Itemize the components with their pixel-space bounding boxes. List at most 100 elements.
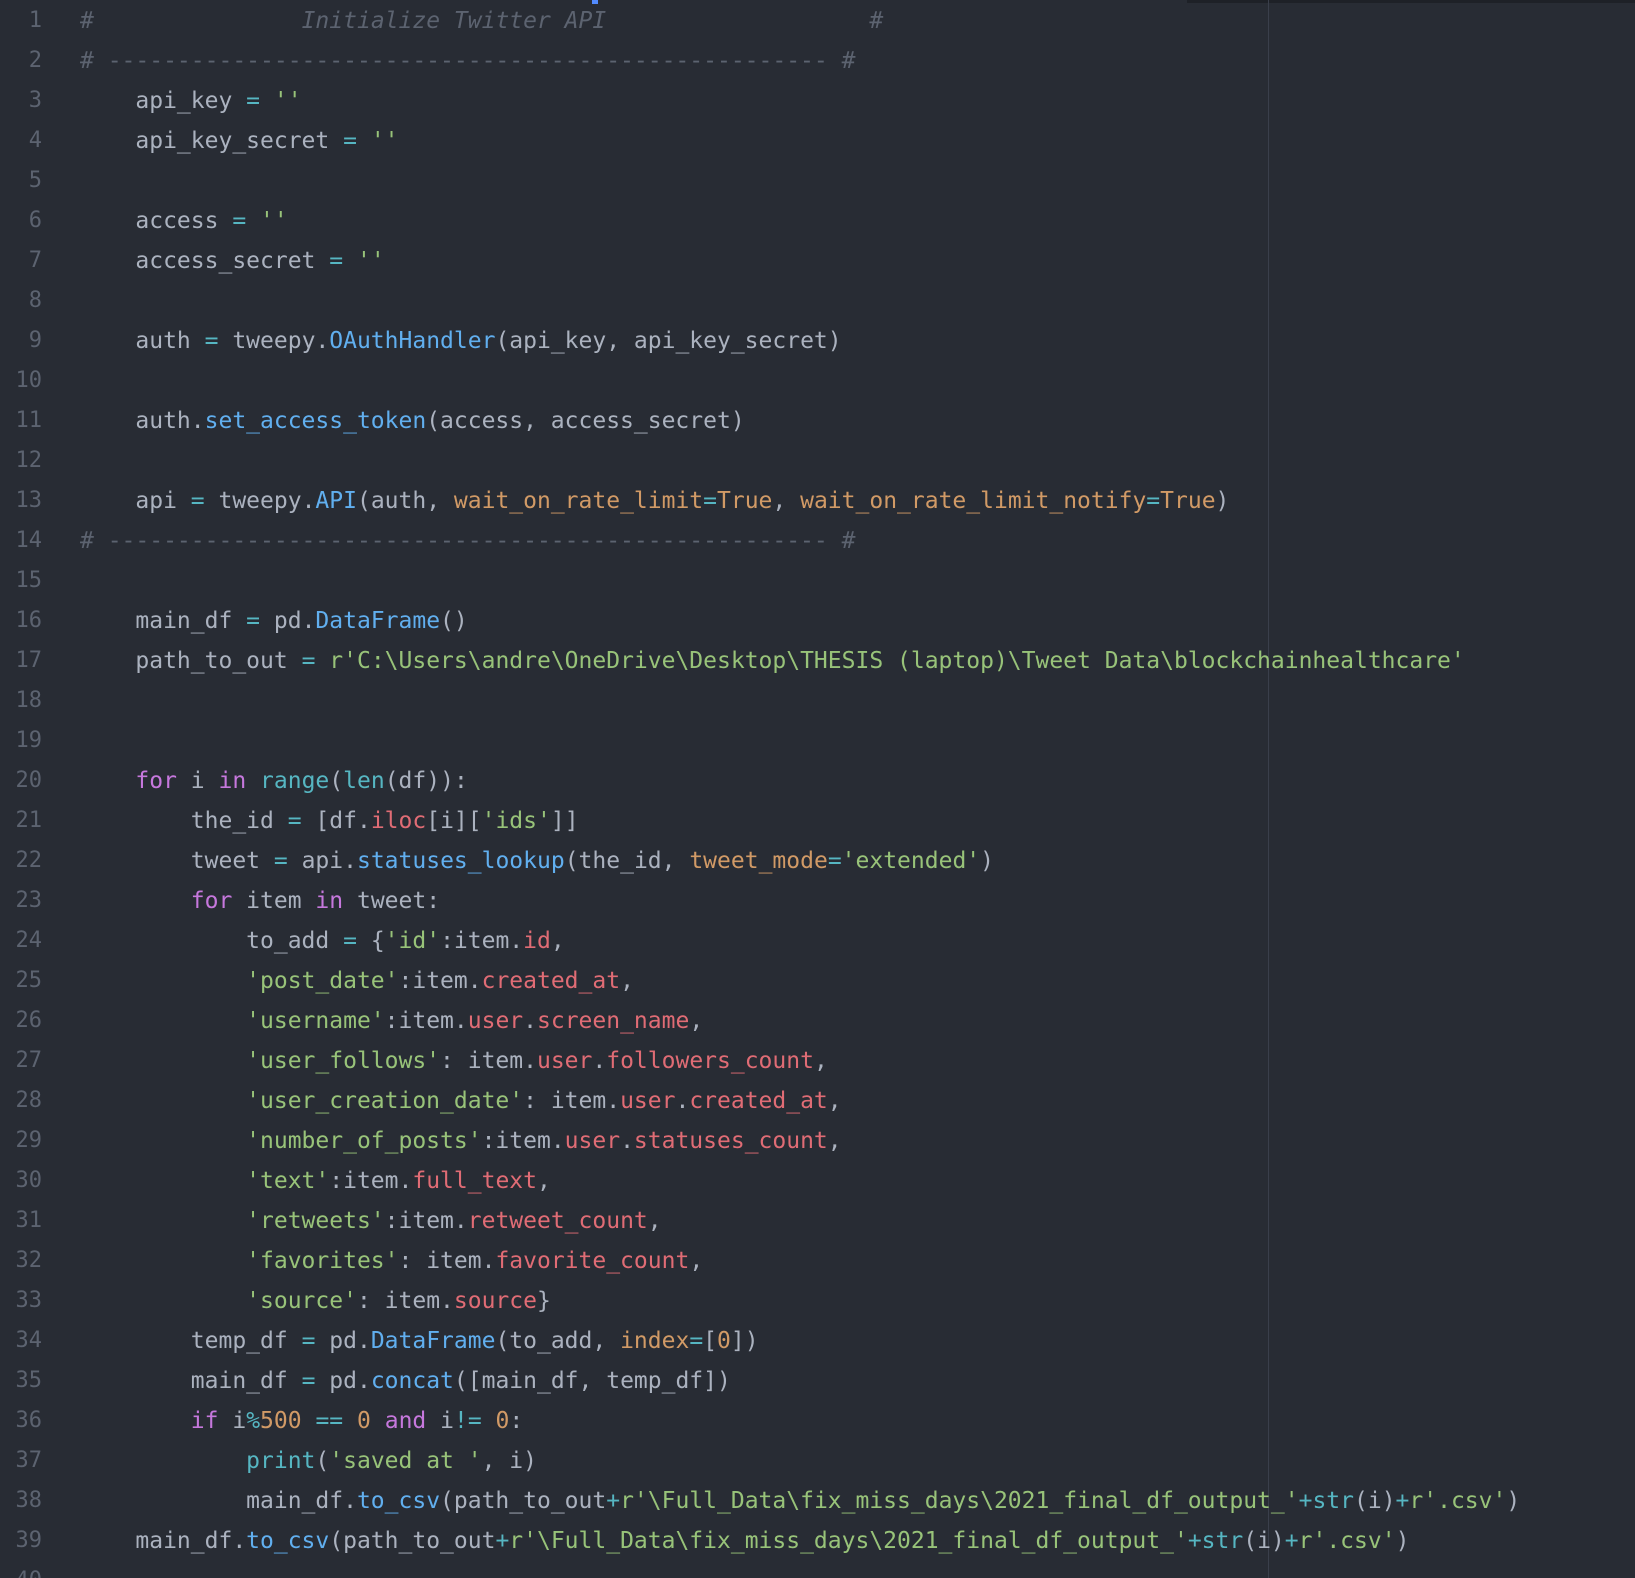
code-token: : item.	[523, 1088, 621, 1114]
code-text[interactable]: 'source': item.source}	[80, 1281, 551, 1321]
code-text[interactable]: if i%500 == 0 and i!= 0:	[80, 1401, 523, 1441]
code-text[interactable]: # --------------------------------------…	[80, 521, 855, 561]
code-text[interactable]: access_secret = ''	[80, 241, 384, 281]
code-token: )	[1395, 1528, 1410, 1554]
code-token: # --------------------------------------…	[80, 48, 856, 74]
line-number: 32	[15, 1248, 43, 1273]
code-token: followers_count	[606, 1048, 814, 1074]
line-number: 20	[15, 768, 43, 793]
code-token: +	[1395, 1488, 1410, 1514]
code-token: user	[620, 1088, 676, 1114]
code-token: tweet	[80, 848, 274, 874]
code-token: 'saved at '	[329, 1448, 482, 1474]
code-text[interactable]: 'user_follows': item.user.followers_coun…	[80, 1041, 828, 1081]
code-text[interactable]: temp_df = pd.DataFrame(to_add, index=[0]…	[80, 1321, 759, 1361]
code-text[interactable]: 'number_of_posts':item.user.statuses_cou…	[80, 1121, 842, 1161]
code-token: r'.csv'	[1409, 1488, 1507, 1514]
code-text[interactable]: to_add = {'id':item.id,	[80, 921, 565, 961]
line-number: 25	[15, 968, 43, 993]
code-token: DataFrame	[370, 1328, 496, 1354]
code-token: user	[564, 1128, 621, 1154]
code-token: :	[509, 1408, 524, 1434]
code-text[interactable]: for item in tweet:	[80, 881, 440, 921]
code-text[interactable]: access = ''	[80, 201, 287, 241]
code-text[interactable]: # --------------------------------------…	[80, 41, 855, 81]
code-text[interactable]: tweet = api.statuses_lookup(the_id, twee…	[80, 841, 994, 881]
code-token: main_df	[80, 1368, 302, 1394]
code-text[interactable]: api_key = ''	[80, 81, 301, 121]
code-text[interactable]: main_df.to_csv(path_to_out+r'\Full_Data\…	[80, 1521, 1409, 1561]
code-token: :item.	[384, 1008, 468, 1034]
code-text[interactable]: auth.set_access_token(access, access_sec…	[80, 401, 744, 441]
code-token: +	[1298, 1488, 1313, 1514]
line-number: 14	[15, 528, 43, 553]
code-text[interactable]: api_key_secret = ''	[80, 121, 398, 161]
code-token: r'\Full_Data\fix_miss_days\2021_final_df…	[620, 1488, 1299, 1514]
code-token: item	[232, 888, 316, 914]
code-text[interactable]: # Initialize Twitter API #	[80, 1, 883, 41]
code-text[interactable]: 'username':item.user.screen_name,	[80, 1001, 703, 1041]
code-token: ,	[536, 1168, 551, 1194]
code-text[interactable]: main_df = pd.DataFrame()	[80, 601, 467, 641]
code-token: (path_to_out	[329, 1528, 496, 1554]
code-token: .	[620, 1128, 634, 1154]
code-token: OAuthHandler	[329, 328, 496, 354]
line-number: 15	[15, 568, 43, 593]
line-number: 8	[28, 288, 42, 313]
code-text[interactable]: 'text':item.full_text,	[80, 1161, 551, 1201]
code-token: ==	[315, 1408, 344, 1434]
code-editor[interactable]: 1 # Initialize Twitter API #2 # ----------…	[0, 0, 1635, 1578]
code-text[interactable]: 'favorites': item.favorite_count,	[80, 1241, 703, 1281]
code-token: statuses_lookup	[356, 848, 565, 874]
code-token: .	[523, 1008, 537, 1034]
code-token: +	[495, 1528, 510, 1554]
line-number: 27	[15, 1048, 43, 1073]
code-token: (api_key, api_key_secret)	[495, 328, 842, 354]
code-text[interactable]: 'post_date':item.created_at,	[80, 961, 634, 1001]
code-token: pd.	[260, 608, 316, 634]
code-token: favorite_count	[495, 1248, 690, 1274]
code-text[interactable]: api = tweepy.API(auth, wait_on_rate_limi…	[80, 481, 1229, 521]
line-number: 30	[15, 1168, 43, 1193]
code-token: =	[190, 488, 205, 514]
code-token: range	[260, 768, 330, 794]
code-token: =	[246, 88, 261, 114]
line-number: 13	[15, 488, 43, 513]
code-token: id	[523, 928, 551, 954]
code-token: 500	[260, 1408, 302, 1434]
code-token: ,	[689, 1008, 704, 1034]
code-text[interactable]: 'user_creation_date': item.user.created_…	[80, 1081, 841, 1121]
code-token: tweet:	[343, 888, 441, 914]
code-token: 'username'	[246, 1008, 385, 1034]
code-token: retweet_count	[467, 1208, 648, 1234]
code-text[interactable]: 'retweets':item.retweet_count,	[80, 1201, 661, 1241]
code-token: :item.	[481, 1128, 565, 1154]
code-token: main_df	[80, 608, 247, 634]
code-token: full_text	[412, 1168, 537, 1194]
code-token: =	[827, 848, 842, 874]
line-number: 10	[15, 368, 43, 393]
code-text[interactable]: the_id = [df.iloc[i]['ids']]	[80, 801, 579, 841]
code-token: ,	[827, 1128, 842, 1154]
code-text[interactable]: main_df.to_csv(path_to_out+r'\Full_Data\…	[80, 1481, 1520, 1521]
code-token: api_key_secret	[80, 128, 344, 154]
line-number: 38	[15, 1488, 43, 1513]
code-token: to_csv	[246, 1528, 330, 1554]
code-text[interactable]: path_to_out = r'C:\Users\andre\OneDrive\…	[80, 641, 1464, 681]
code-token: r'.csv'	[1298, 1528, 1396, 1554]
code-token: 0	[357, 1408, 371, 1434]
code-text[interactable]: print('saved at ', i)	[80, 1441, 537, 1481]
code-token: .	[592, 1048, 607, 1074]
code-text[interactable]: for i in range(len(df)):	[80, 761, 467, 801]
code-text[interactable]: main_df = pd.concat([main_df, temp_df])	[80, 1361, 731, 1401]
code-token: for	[135, 768, 177, 794]
code-token: source	[453, 1288, 537, 1314]
code-text[interactable]: auth = tweepy.OAuthHandler(api_key, api_…	[80, 321, 842, 361]
code-token: main_df.	[80, 1528, 247, 1554]
